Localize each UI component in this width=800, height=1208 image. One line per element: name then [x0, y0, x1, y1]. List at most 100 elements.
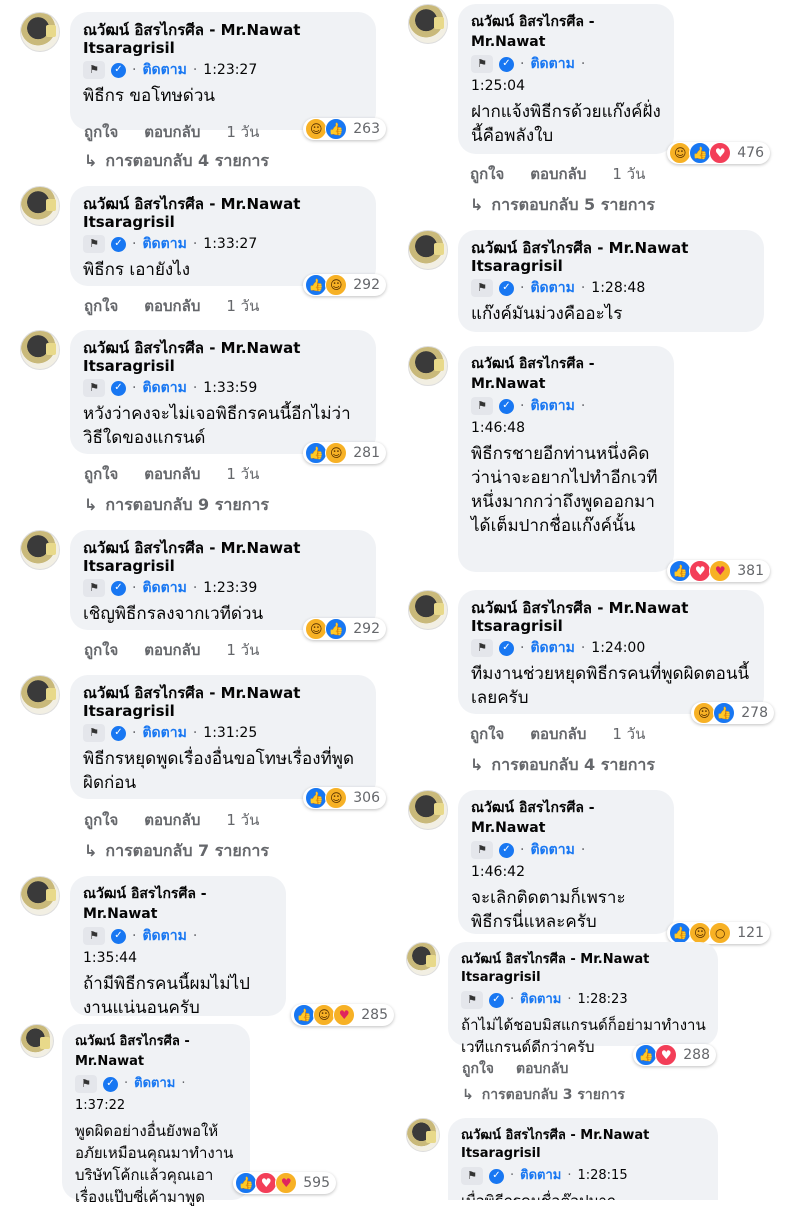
view-replies-link[interactable]: ↳ การตอบกลับ 9 รายการ	[84, 493, 269, 518]
follow-button[interactable]: ติดตาม	[142, 578, 186, 598]
reply-button[interactable]: ตอบกลับ	[144, 294, 200, 318]
avatar[interactable]	[408, 790, 448, 830]
view-replies-link[interactable]: ↳ การตอบกลับ 5 รายการ	[470, 193, 655, 218]
timestamp-link[interactable]: 1:46:48	[471, 418, 525, 438]
avatar[interactable]	[408, 4, 448, 44]
author-name-line2[interactable]: Itsaragrisil	[461, 968, 706, 988]
avatar[interactable]	[408, 590, 448, 630]
flag-icon[interactable]: ⚑	[471, 841, 493, 859]
follow-button[interactable]: ติดตาม	[142, 926, 186, 946]
reply-button[interactable]: ตอบกลับ	[516, 1058, 568, 1080]
author-name[interactable]: ณวัฒน์ อิสรไกรศีล - Mr.Nawat	[83, 683, 364, 703]
reaction-summary[interactable]: ☺ 👍 263	[303, 118, 386, 140]
like-button[interactable]: ถูกใจ	[84, 462, 118, 486]
flag-icon[interactable]: ⚑	[75, 1075, 97, 1093]
reaction-summary[interactable]: ☺ 👍 278	[691, 702, 774, 724]
reaction-summary[interactable]: 👍 ☺ ♥ 285	[291, 1004, 394, 1026]
reaction-summary[interactable]: ☺ 👍 ♥ 476	[667, 142, 770, 164]
comment-age[interactable]: 1 วัน	[612, 162, 645, 186]
follow-button[interactable]: ติดตาม	[530, 840, 574, 860]
follow-button[interactable]: ติดตาม	[530, 638, 574, 658]
author-name[interactable]: ณวัฒน์ อิสรไกรศีล - Mr.Nawat	[83, 338, 364, 358]
reaction-summary[interactable]: 👍 ☺ 281	[303, 442, 386, 464]
author-name-line2[interactable]: Itsaragrisil	[83, 212, 364, 232]
reply-button[interactable]: ตอบกลับ	[144, 638, 200, 662]
view-replies-link[interactable]: ↳ การตอบกลับ 4 รายการ	[470, 753, 655, 778]
flag-icon[interactable]: ⚑	[471, 55, 493, 73]
reply-button[interactable]: ตอบกลับ	[144, 808, 200, 832]
follow-button[interactable]: ติดตาม	[142, 723, 186, 743]
reaction-summary[interactable]: 👍 ☺ ○ 121	[667, 922, 770, 944]
timestamp-link[interactable]: 1:46:42	[471, 862, 525, 882]
timestamp-link[interactable]: 1:24:00	[591, 638, 645, 658]
comment-age[interactable]: 1 วัน	[226, 120, 259, 144]
flag-icon[interactable]: ⚑	[83, 61, 105, 79]
author-name[interactable]: ณวัฒน์ อิสรไกรศีล - Mr.Nawat	[75, 1032, 238, 1072]
avatar[interactable]	[408, 230, 448, 270]
reply-button[interactable]: ตอบกลับ	[530, 722, 586, 746]
avatar[interactable]	[406, 942, 440, 976]
follow-button[interactable]: ติดตาม	[520, 990, 561, 1010]
timestamp-link[interactable]: 1:35:44	[83, 948, 137, 968]
like-button[interactable]: ถูกใจ	[84, 294, 118, 318]
flag-icon[interactable]: ⚑	[83, 724, 105, 742]
reply-button[interactable]: ตอบกลับ	[144, 462, 200, 486]
like-button[interactable]: ถูกใจ	[462, 1058, 494, 1080]
author-name[interactable]: ณวัฒน์ อิสรไกรศีล - Mr.Nawat	[471, 354, 662, 394]
reaction-summary[interactable]: 👍 ♥ 288	[633, 1044, 716, 1066]
view-replies-link[interactable]: ↳ การตอบกลับ 7 รายการ	[84, 839, 269, 864]
reaction-summary[interactable]: ☺ 👍 292	[303, 618, 386, 640]
comment-age[interactable]: 1 วัน	[226, 808, 259, 832]
flag-icon[interactable]: ⚑	[471, 397, 493, 415]
timestamp-link[interactable]: 1:28:23	[577, 990, 627, 1010]
like-button[interactable]: ถูกใจ	[84, 120, 118, 144]
like-button[interactable]: ถูกใจ	[84, 638, 118, 662]
follow-button[interactable]: ติดตาม	[520, 1166, 561, 1186]
avatar[interactable]	[408, 346, 448, 386]
timestamp-link[interactable]: 1:31:25	[203, 723, 257, 743]
avatar[interactable]	[20, 12, 60, 52]
avatar[interactable]	[20, 675, 60, 715]
follow-button[interactable]: ติดตาม	[530, 278, 574, 298]
author-name-line2[interactable]: Itsaragrisil	[83, 356, 364, 376]
avatar[interactable]	[406, 1118, 440, 1152]
comment-age[interactable]: 1 วัน	[226, 638, 259, 662]
comment-age[interactable]: 1 วัน	[612, 722, 645, 746]
author-name[interactable]: ณวัฒน์ อิสรไกรศีล - Mr.Nawat	[83, 538, 364, 558]
timestamp-link[interactable]: 1:37:22	[75, 1096, 125, 1116]
timestamp-link[interactable]: 1:23:39	[203, 578, 257, 598]
timestamp-link[interactable]: 1:25:04	[471, 76, 525, 96]
timestamp-link[interactable]: 1:33:59	[203, 378, 257, 398]
flag-icon[interactable]: ⚑	[471, 639, 493, 657]
timestamp-link[interactable]: 1:28:48	[591, 278, 645, 298]
author-name-line2[interactable]: Itsaragrisil	[471, 256, 752, 276]
follow-button[interactable]: ติดตาม	[142, 234, 186, 254]
author-name[interactable]: ณวัฒน์ อิสรไกรศีล - Mr.Nawat	[471, 798, 662, 838]
flag-icon[interactable]: ⚑	[83, 927, 105, 945]
view-replies-link[interactable]: ↳ การตอบกลับ 4 รายการ	[84, 149, 269, 174]
reaction-summary[interactable]: 👍 ♥ ♥ 595	[233, 1172, 336, 1194]
author-name[interactable]: ณวัฒน์ อิสรไกรศีล - Mr.Nawat	[471, 12, 662, 52]
flag-icon[interactable]: ⚑	[471, 279, 493, 297]
reply-button[interactable]: ตอบกลับ	[144, 120, 200, 144]
avatar[interactable]	[20, 330, 60, 370]
reaction-summary[interactable]: 👍 ☺ 292	[303, 274, 386, 296]
comment-age[interactable]: 1 วัน	[226, 294, 259, 318]
comment-age[interactable]: 1 วัน	[226, 462, 259, 486]
author-name[interactable]: ณวัฒน์ อิสรไกรศีล - Mr.Nawat	[461, 1126, 706, 1146]
flag-icon[interactable]: ⚑	[83, 579, 105, 597]
follow-button[interactable]: ติดตาม	[530, 54, 574, 74]
flag-icon[interactable]: ⚑	[461, 991, 483, 1009]
author-name[interactable]: ณวัฒน์ อิสรไกรศีล - Mr.Nawat	[83, 194, 364, 214]
follow-button[interactable]: ติดตาม	[142, 378, 186, 398]
author-name-line2[interactable]: Itsaragrisil	[461, 1144, 706, 1164]
author-name[interactable]: ณวัฒน์ อิสรไกรศีล - Mr.Nawat	[83, 20, 364, 40]
author-name-line2[interactable]: Itsaragrisil	[471, 616, 752, 636]
follow-button[interactable]: ติดตาม	[530, 396, 574, 416]
follow-button[interactable]: ติดตาม	[142, 60, 186, 80]
like-button[interactable]: ถูกใจ	[470, 722, 504, 746]
author-name-line2[interactable]: Itsaragrisil	[83, 556, 364, 576]
like-button[interactable]: ถูกใจ	[470, 162, 504, 186]
timestamp-link[interactable]: 1:28:15	[577, 1166, 627, 1186]
author-name[interactable]: ณวัฒน์ อิสรไกรศีล - Mr.Nawat	[461, 950, 706, 970]
